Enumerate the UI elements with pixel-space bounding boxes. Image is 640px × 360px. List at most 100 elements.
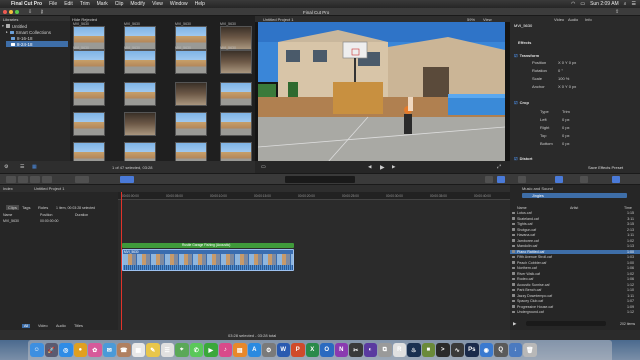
- param-value[interactable]: 0 px: [562, 133, 570, 138]
- notification-center-icon[interactable]: ☰: [632, 1, 636, 7]
- screenflow-icon[interactable]: ◉: [479, 343, 493, 357]
- contacts-icon[interactable]: ☎: [117, 343, 131, 357]
- menu-clip[interactable]: Clip: [115, 1, 124, 7]
- transitions-browser-icon[interactable]: [580, 176, 588, 183]
- param-value[interactable]: Trim: [562, 109, 570, 114]
- chrome-icon[interactable]: ●: [73, 343, 87, 357]
- distort-section[interactable]: ☑ Distort: [514, 156, 636, 161]
- menu-mark[interactable]: Mark: [97, 1, 108, 7]
- checkbox-icon[interactable]: ☑: [514, 156, 518, 161]
- menu-trim[interactable]: Trim: [80, 1, 90, 7]
- list-item[interactable]: Progressive House.caf 1:09: [510, 305, 640, 309]
- list-item[interactable]: Shotgun.caf 2:13: [510, 228, 640, 232]
- ibooks-icon[interactable]: ▤: [233, 343, 247, 357]
- list-item[interactable]: Northern.caf 1:06: [510, 266, 640, 270]
- minecraft-icon[interactable]: ■: [421, 343, 435, 357]
- param-value[interactable]: X 0 Y 0 px: [558, 60, 576, 65]
- itunes-icon[interactable]: ♪: [218, 343, 232, 357]
- index-tab-tags[interactable]: Tags: [22, 205, 30, 210]
- app-menu[interactable]: Final Cut Pro: [11, 1, 42, 7]
- crop-section[interactable]: ☑ Crop: [514, 100, 636, 105]
- clip-thumbnail[interactable]: [73, 112, 105, 136]
- inspector-tab-audio[interactable]: Audio: [568, 17, 578, 22]
- maps-icon[interactable]: ⌖: [175, 343, 189, 357]
- outlook-icon[interactable]: O: [320, 343, 334, 357]
- launchpad-icon[interactable]: 🚀: [44, 343, 58, 357]
- music-search-input[interactable]: [526, 321, 606, 326]
- menu-file[interactable]: File: [49, 1, 57, 7]
- browser-settings-icon[interactable]: ⚙: [4, 164, 8, 170]
- list-item[interactable]: Jamboree.caf 1:02: [510, 239, 640, 243]
- event-8-24-18[interactable]: 8-24-18: [6, 41, 68, 47]
- param-value[interactable]: 100 %: [558, 76, 569, 81]
- checkbox-icon[interactable]: ☑: [514, 53, 518, 58]
- audio-skimming-icon[interactable]: [485, 176, 493, 183]
- list-item[interactable]: Rodeo.caf 1:06: [510, 277, 640, 281]
- param-value[interactable]: 0 °: [558, 68, 563, 73]
- browser-toggle-icon[interactable]: [518, 176, 526, 183]
- clip-thumbnail[interactable]: [175, 112, 207, 136]
- list-item[interactable]: Acoustic Sunrise.caf 1:12: [510, 283, 640, 287]
- save-effects-preset-button[interactable]: Save Effects Preset: [588, 165, 623, 170]
- zoom-window-icon[interactable]: [15, 10, 19, 14]
- mail-icon[interactable]: ✉: [102, 343, 116, 357]
- roblox-icon[interactable]: R: [392, 343, 406, 357]
- timecode-display[interactable]: [285, 176, 355, 183]
- index-tab-roles[interactable]: Roles: [38, 205, 48, 210]
- compressor-icon[interactable]: ⧉: [378, 343, 392, 357]
- share-icon[interactable]: ⇪: [615, 9, 619, 15]
- reminders-icon[interactable]: ☰: [160, 343, 174, 357]
- connect-clip-icon[interactable]: [6, 176, 16, 183]
- overwrite-clip-icon[interactable]: [42, 176, 52, 183]
- photoshop-icon[interactable]: Ps: [465, 343, 479, 357]
- param-value[interactable]: 0 px: [562, 125, 570, 130]
- finder-icon[interactable]: ☺: [30, 343, 44, 357]
- downloads-icon[interactable]: ↓: [508, 343, 522, 357]
- photos-icon[interactable]: ✿: [88, 343, 102, 357]
- list-item[interactable]: Park Bench.caf 1:10: [510, 288, 640, 292]
- viewer-view-menu[interactable]: View: [483, 17, 492, 22]
- spotlight-icon[interactable]: ⌕: [624, 1, 627, 7]
- key-icon[interactable]: ⚷: [40, 9, 44, 15]
- safari-icon[interactable]: ◎: [59, 343, 73, 357]
- effects-browser-icon[interactable]: [555, 176, 563, 183]
- minimize-window-icon[interactable]: [9, 10, 13, 14]
- filmstrip-view-icon[interactable]: ▦: [32, 164, 37, 170]
- bottom-tab-video[interactable]: Video: [38, 324, 48, 328]
- fullscreen-icon[interactable]: ⤢: [497, 164, 501, 170]
- play-button[interactable]: ▶: [380, 164, 385, 171]
- viewer-settings-icon[interactable]: ▭: [261, 164, 266, 170]
- menu-edit[interactable]: Edit: [64, 1, 73, 7]
- appstore-icon[interactable]: A: [247, 343, 261, 357]
- inspector-tab-video[interactable]: Video: [554, 17, 564, 22]
- list-item[interactable]: Fifth Avenue Stroll.caf 1:03: [510, 255, 640, 259]
- bottom-tab-titles[interactable]: Titles: [74, 324, 83, 328]
- terminal-icon[interactable]: >: [436, 343, 450, 357]
- excel-icon[interactable]: X: [305, 343, 319, 357]
- select-tool-icon[interactable]: [75, 176, 89, 183]
- list-view-icon[interactable]: ☰: [20, 164, 24, 170]
- clip-thumbnail[interactable]: [73, 82, 105, 106]
- word-icon[interactable]: W: [276, 343, 290, 357]
- messages-icon[interactable]: ✆: [189, 343, 203, 357]
- checkbox-icon[interactable]: ☑: [514, 100, 518, 105]
- menu-clock[interactable]: Sun 2:09 AM: [590, 1, 619, 7]
- index-tab-clips[interactable]: Clips: [6, 205, 19, 210]
- disclosure-icon[interactable]: ▸: [6, 30, 8, 34]
- list-item[interactable]: Piano Rattled.caf 1:00: [510, 249, 640, 254]
- previous-frame-icon[interactable]: ◀: [368, 164, 371, 170]
- audio-clip[interactable]: Rustle Garage Fishing (Acoustic): [122, 243, 294, 248]
- clip-thumbnail[interactable]: [73, 50, 105, 74]
- video-clip[interactable]: MVI_5630: [122, 249, 294, 271]
- finalcut-icon[interactable]: ✂: [349, 343, 363, 357]
- menu-help[interactable]: Help: [195, 1, 205, 7]
- calendar-icon[interactable]: ▦: [131, 343, 145, 357]
- clip-thumbnail[interactable]: [124, 112, 156, 136]
- append-clip-icon[interactable]: [30, 176, 40, 183]
- snapping-icon[interactable]: [497, 176, 505, 183]
- menu-window[interactable]: Window: [170, 1, 188, 7]
- preferences-icon[interactable]: ⚙: [262, 343, 276, 357]
- clip-thumbnail[interactable]: [175, 82, 207, 106]
- viewer-frame[interactable]: [258, 22, 505, 162]
- table-row[interactable]: MVI_5630 00:00:00:00: [0, 218, 118, 223]
